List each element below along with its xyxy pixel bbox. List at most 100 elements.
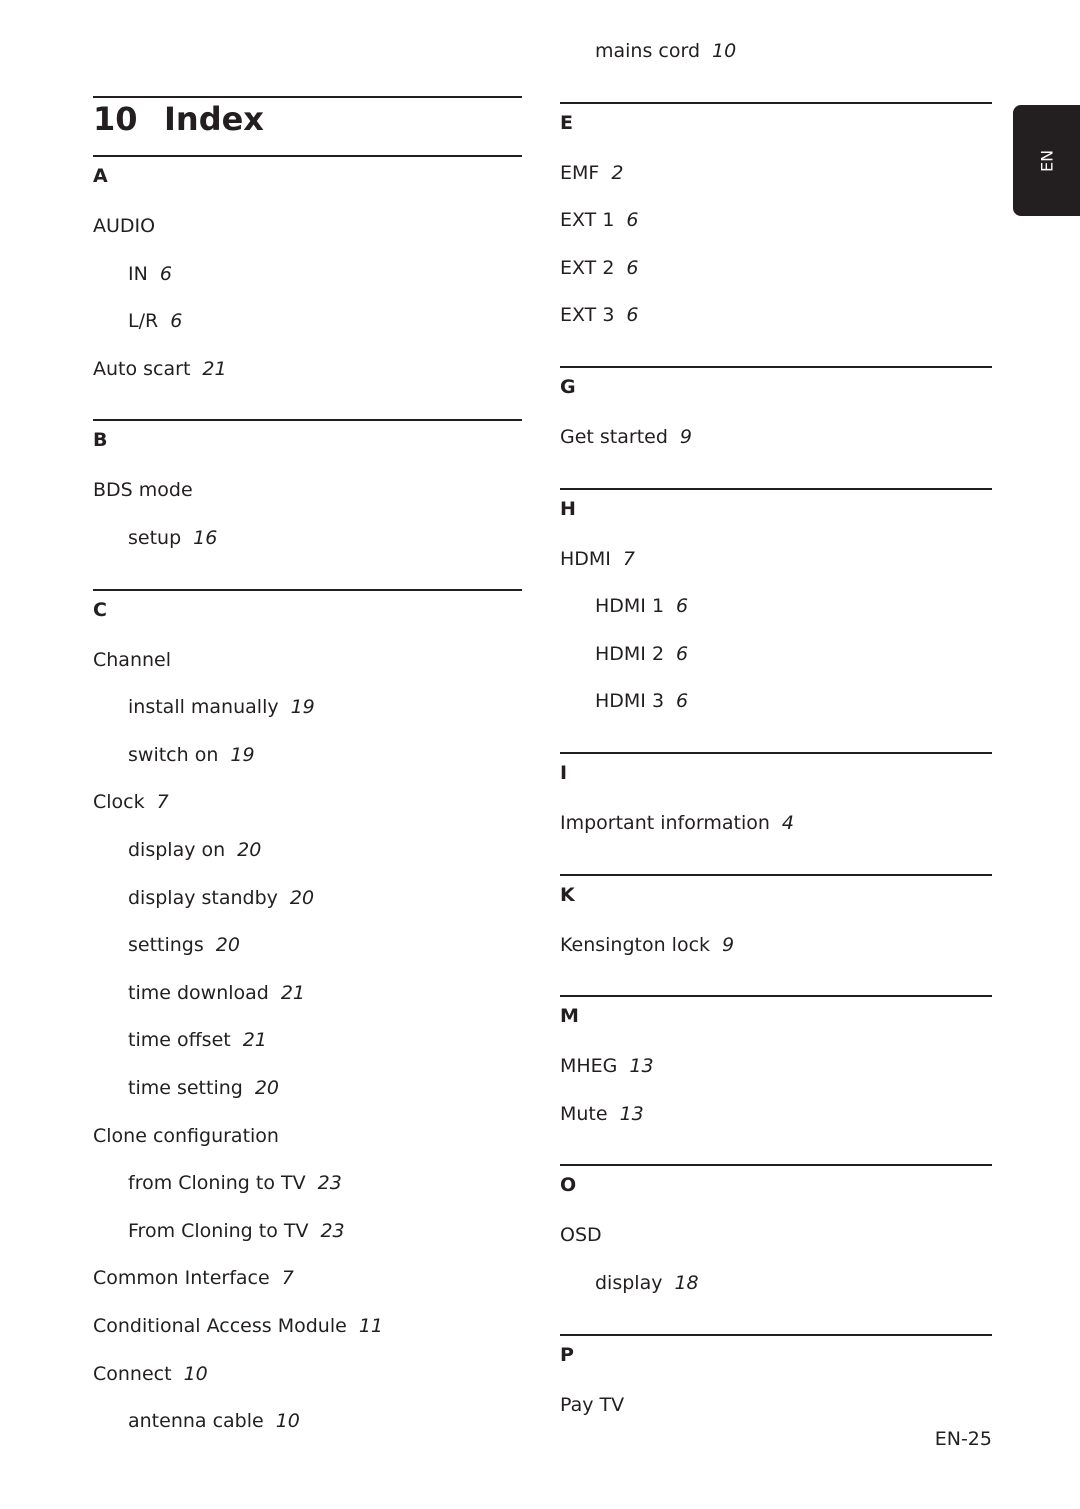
- index-entry: EXT 3 6: [560, 304, 639, 326]
- entry-term: time offset: [128, 1029, 231, 1052]
- section-rule: [93, 419, 522, 422]
- entry-page-number: 21: [280, 981, 306, 1004]
- entry-term: AUDIO: [93, 215, 156, 237]
- index-entry: display standby 20: [128, 887, 314, 909]
- entry-term: Clock: [93, 791, 145, 814]
- entry-term: Common Interface: [93, 1267, 270, 1290]
- entry-term: Important information: [560, 812, 770, 834]
- entry-term: HDMI 2: [595, 642, 665, 665]
- entry-term: time download: [128, 981, 269, 1004]
- section-rule: [560, 366, 992, 368]
- entry-page-number: 20: [254, 1077, 280, 1099]
- entry-term: OSD: [560, 1224, 602, 1247]
- index-entry: HDMI 3 6: [595, 690, 688, 712]
- index-entry: EXT 1 6: [560, 209, 639, 231]
- entry-page-number: 6: [626, 304, 639, 327]
- index-entry: Conditional Access Module 11: [93, 1315, 383, 1337]
- entry-term: EXT 1: [560, 209, 615, 232]
- index-entry: mains cord 10: [595, 40, 736, 62]
- index-entry: Clone configuration: [93, 1125, 279, 1147]
- index-entry: Mute 13: [560, 1103, 644, 1125]
- title-top-rule: [93, 96, 522, 98]
- index-entry: settings 20: [128, 934, 240, 956]
- index-entry: HDMI 1 6: [595, 595, 688, 617]
- entry-page-number: 23: [320, 1219, 345, 1242]
- entry-term: EXT 3: [560, 304, 615, 327]
- entry-term: time setting: [128, 1077, 243, 1099]
- entry-page-number: 4: [781, 812, 794, 834]
- entry-term: antenna cable: [128, 1410, 264, 1433]
- section-letter-b: B: [93, 429, 108, 452]
- entry-page-number: 23: [317, 1172, 342, 1195]
- index-entry: install manually 19: [128, 696, 315, 718]
- entry-term: Conditional Access Module: [93, 1315, 347, 1337]
- entry-page-number: 10: [183, 1362, 208, 1385]
- language-tab-label: EN: [1037, 149, 1056, 172]
- entry-page-number: 18: [674, 1272, 699, 1294]
- entry-term: MHEG: [560, 1055, 618, 1078]
- index-entry: display 18: [595, 1272, 699, 1294]
- index-entry: Connect 10: [93, 1363, 208, 1385]
- entry-page-number: 6: [159, 262, 172, 285]
- entry-term: L/R: [128, 310, 159, 333]
- entry-term: Kensington lock: [560, 933, 711, 956]
- entry-page-number: 13: [629, 1055, 654, 1078]
- section-rule: [93, 588, 522, 591]
- chapter-number: 10: [93, 100, 138, 138]
- index-entry: switch on 19: [128, 744, 255, 766]
- index-entry: EXT 2 6: [560, 257, 639, 279]
- index-entry: antenna cable 10: [128, 1410, 300, 1432]
- entry-term: mains cord: [595, 40, 701, 62]
- section-letter-p: P: [560, 1343, 574, 1366]
- index-entry: time offset 21: [128, 1029, 267, 1051]
- section-rule: [560, 1164, 992, 1167]
- entry-term: display: [595, 1272, 663, 1294]
- section-letter-i: I: [560, 762, 568, 784]
- entry-term: Mute: [560, 1102, 608, 1125]
- entry-term: Pay TV: [560, 1393, 625, 1416]
- section-letter-m: M: [560, 1005, 579, 1028]
- entry-page-number: 9: [679, 426, 692, 448]
- entry-page-number: 6: [676, 595, 689, 618]
- section-letter-a: A: [93, 165, 108, 187]
- entry-page-number: 19: [230, 743, 255, 766]
- entry-page-number: 7: [281, 1267, 294, 1290]
- index-entry: HDMI 7: [560, 548, 635, 570]
- entry-term: HDMI 1: [595, 595, 665, 618]
- entry-term: BDS mode: [93, 479, 193, 502]
- section-letter-k: K: [560, 883, 575, 906]
- entry-term: from Cloning to TV: [128, 1172, 306, 1195]
- section-letter-g: G: [560, 376, 576, 398]
- entry-term: Get started: [560, 426, 668, 448]
- entry-page-number: 21: [202, 357, 227, 380]
- entry-term: setup: [128, 527, 182, 549]
- entry-page-number: 7: [156, 791, 169, 814]
- entry-page-number: 20: [215, 934, 240, 957]
- index-entry: time download 21: [128, 982, 305, 1004]
- entry-term: Auto scart: [93, 357, 191, 380]
- entry-term: display on: [128, 839, 226, 861]
- index-entry: time setting 20: [128, 1077, 279, 1099]
- entry-page-number: 20: [237, 839, 262, 861]
- entry-page-number: 19: [290, 696, 315, 719]
- entry-page-number: 21: [242, 1029, 267, 1052]
- entry-page-number: 6: [626, 209, 639, 232]
- index-entry: Channel: [93, 649, 171, 671]
- section-letter-c: C: [93, 598, 107, 621]
- entry-term: Channel: [93, 648, 172, 671]
- index-entry: from Cloning to TV 23: [128, 1172, 342, 1194]
- entry-page-number: 9: [722, 933, 735, 956]
- page-number: EN-25: [934, 1428, 992, 1450]
- entry-page-number: 6: [170, 310, 183, 333]
- entry-page-number: 20: [289, 886, 315, 909]
- index-entry: OSD: [560, 1224, 602, 1246]
- entry-page-number: 11: [358, 1315, 383, 1337]
- index-entry: Clock 7: [93, 791, 169, 813]
- index-entry: display on 20: [128, 839, 261, 861]
- entry-page-number: 7: [622, 547, 636, 570]
- section-rule: [560, 995, 992, 998]
- entry-page-number: 6: [626, 256, 639, 279]
- entry-term: IN: [128, 262, 148, 285]
- entry-term: EMF: [560, 161, 600, 184]
- entry-term: Connect: [93, 1362, 172, 1385]
